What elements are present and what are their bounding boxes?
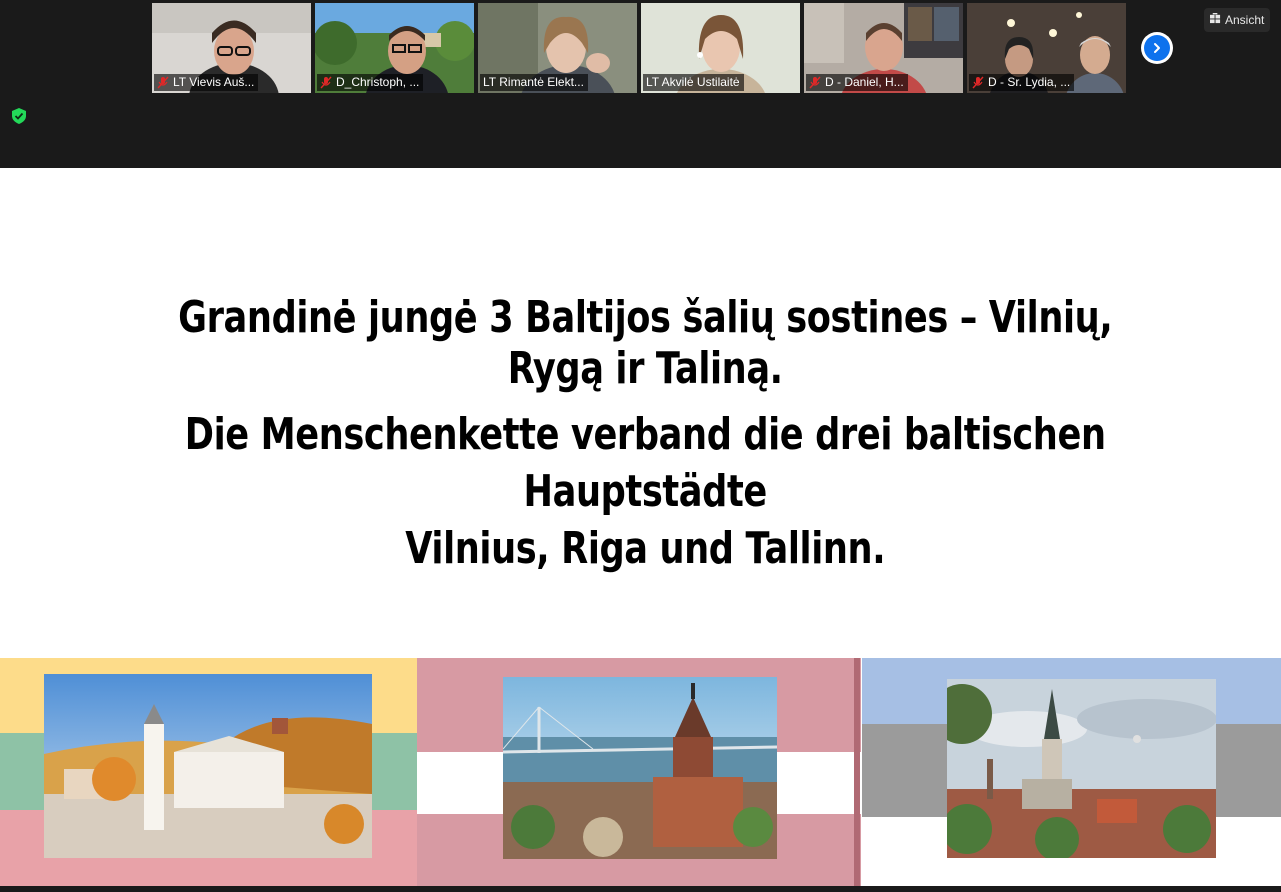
- participant-tile[interactable]: D_Christoph, ...: [315, 3, 474, 93]
- slide-heading-german-line2: Vilnius, Riga und Tallinn.: [405, 523, 886, 574]
- participant-tile[interactable]: LT Vievis Auš...: [152, 3, 311, 93]
- riga-cathedral-photo: [503, 677, 777, 859]
- vilnius-cathedral-photo: [44, 674, 372, 858]
- slide-heading-lithuanian: Grandinė jungė 3 Baltijos šalių sostines…: [178, 292, 1113, 394]
- bottom-edge: [0, 886, 1281, 892]
- participant-name-label: D_Christoph, ...: [317, 74, 424, 91]
- participant-name-label: LT Akvilė Ustilaitė: [643, 74, 744, 91]
- latvia-flag-panel: [417, 658, 861, 888]
- participant-name: D - Daniel, H...: [825, 75, 904, 89]
- encryption-shield-icon[interactable]: [10, 107, 28, 125]
- panel-divider: [854, 658, 860, 888]
- participant-name: D_Christoph, ...: [336, 75, 420, 89]
- tallinn-old-town-photo: [947, 679, 1216, 858]
- chevron-right-icon: [1144, 35, 1170, 61]
- lithuania-flag-panel: [0, 658, 417, 888]
- participant-name-label: LT Vievis Auš...: [154, 74, 259, 91]
- participant-tile[interactable]: D - Daniel, H...: [804, 3, 963, 93]
- participant-tile[interactable]: LT Rimantė Elekt...: [478, 3, 637, 93]
- participant-tile-active-speaker[interactable]: LT Akvilė Ustilaitė: [641, 3, 800, 93]
- grid-view-icon: [1210, 13, 1221, 27]
- view-button-label: Ansicht: [1225, 13, 1265, 27]
- muted-mic-icon: [972, 76, 984, 89]
- participant-tile[interactable]: D - Sr. Lydia, ...: [967, 3, 1126, 93]
- muted-mic-icon: [320, 76, 332, 89]
- muted-mic-icon: [809, 76, 821, 89]
- shared-screen-slide: Grandinė jungė 3 Baltijos šalių sostines…: [0, 168, 1281, 892]
- muted-mic-icon: [157, 76, 169, 89]
- estonia-flag-panel: [862, 658, 1281, 888]
- next-page-button[interactable]: [1141, 32, 1173, 64]
- participant-name-label: LT Rimantė Elekt...: [480, 74, 588, 91]
- slide-heading-german-line1: Die Menschenkette verband die drei balti…: [184, 409, 1106, 517]
- participant-name: LT Akvilė Ustilaitė: [646, 75, 740, 89]
- participant-name: LT Rimantė Elekt...: [483, 75, 584, 89]
- slide-heading-german: Die Menschenkette verband die drei balti…: [133, 406, 1158, 577]
- participant-name-label: D - Sr. Lydia, ...: [969, 74, 1075, 91]
- view-button[interactable]: Ansicht: [1204, 8, 1271, 32]
- meeting-top-bar: LT Vievis Auš... D_Christoph, ... LT Rim…: [0, 0, 1281, 168]
- participant-name-label: D - Daniel, H...: [806, 74, 908, 91]
- participant-name: D - Sr. Lydia, ...: [988, 75, 1071, 89]
- participant-name: LT Vievis Auš...: [173, 75, 255, 89]
